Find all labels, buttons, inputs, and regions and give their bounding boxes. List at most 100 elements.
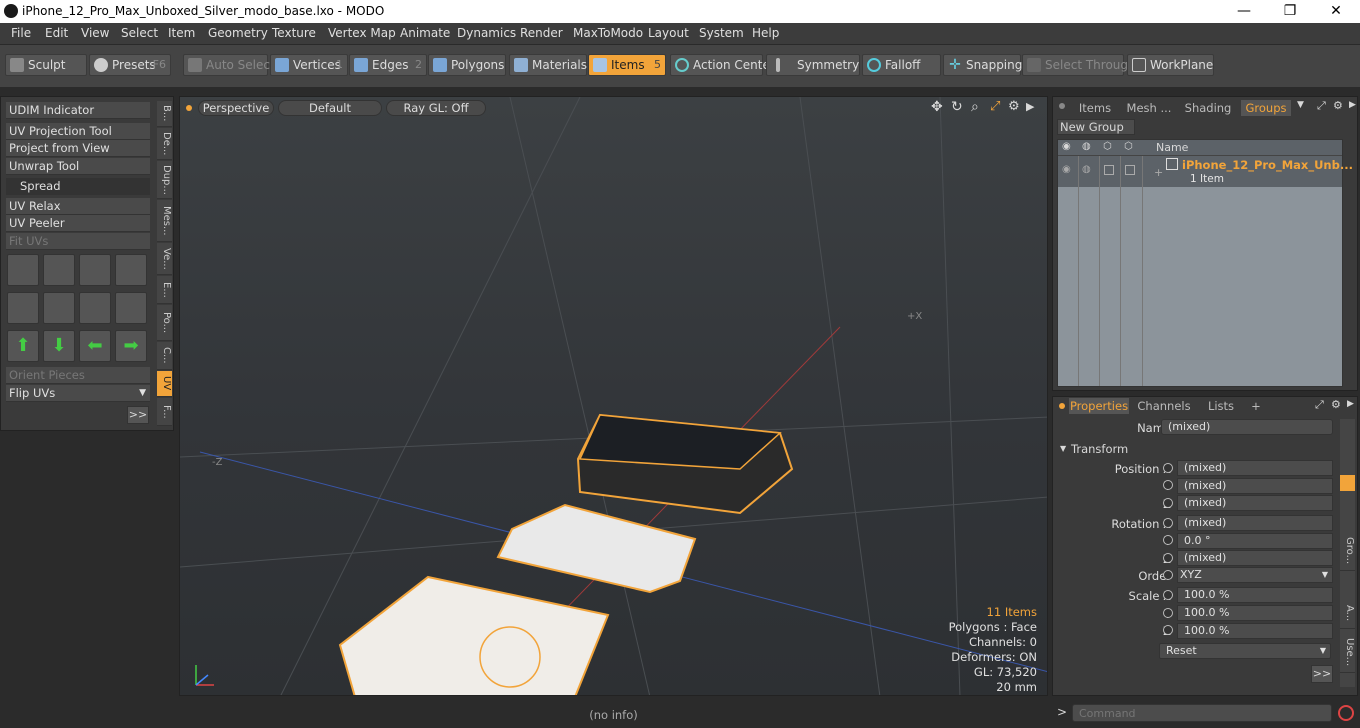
project-from-view-button[interactable]: Project from View	[6, 140, 150, 157]
rotation-y-field[interactable]: 0.0 °	[1177, 533, 1333, 549]
position-z-dot[interactable]	[1163, 498, 1173, 508]
lock-toggle[interactable]	[1104, 165, 1114, 175]
uv-rotate-icon[interactable]	[43, 254, 75, 286]
snapping-button[interactable]: ✛ Snapping	[943, 54, 1022, 76]
menu-view[interactable]: View	[81, 26, 109, 40]
menu-select[interactable]: Select	[121, 26, 158, 40]
rotation-x-dot[interactable]	[1163, 518, 1173, 528]
gear-icon[interactable]: ⚙	[1333, 99, 1343, 112]
side-tab-a[interactable]: A...	[1340, 599, 1355, 629]
tab-ve[interactable]: Ve...	[157, 243, 172, 275]
order-dropdown[interactable]: XYZ ▼	[1177, 567, 1333, 583]
select-icon[interactable]: ⬡	[1124, 141, 1133, 152]
reset-dropdown[interactable]: Reset ▼	[1159, 643, 1331, 659]
uv-relax-button[interactable]: UV Relax	[6, 198, 150, 215]
minimize-button[interactable]: —	[1221, 0, 1267, 23]
side-tab-use[interactable]: Use...	[1340, 633, 1355, 673]
menu-vertex-map[interactable]: Vertex Map	[328, 26, 396, 40]
select-through-button[interactable]: Select Through	[1022, 54, 1136, 76]
position-y-field[interactable]: (mixed)	[1177, 478, 1333, 494]
tab-items[interactable]: Items	[1071, 100, 1119, 116]
transform-section[interactable]: ▼ Transform	[1057, 441, 1337, 457]
rotation-z-dot[interactable]	[1163, 553, 1173, 563]
uv-box-icon[interactable]	[115, 254, 147, 286]
fit-view-icon[interactable]: ⤢	[990, 99, 1000, 114]
orient-pieces-button[interactable]: Orient Pieces	[6, 367, 150, 384]
action-center-button[interactable]: Action Center	[670, 54, 775, 76]
tab-groups[interactable]: Groups	[1241, 100, 1291, 116]
menu-geometry[interactable]: Geometry	[208, 26, 268, 40]
add-tab-button[interactable]: +	[1249, 398, 1263, 414]
uv-move-icon[interactable]	[7, 254, 39, 286]
perspective-dropdown[interactable]: Perspective	[198, 100, 274, 116]
name-column-header[interactable]: Name	[1156, 141, 1188, 154]
scale-x-field[interactable]: 100.0 %	[1177, 587, 1333, 603]
expand-button[interactable]: >>	[127, 406, 149, 424]
tab-e[interactable]: E...	[157, 276, 172, 304]
menu-texture[interactable]: Texture	[272, 26, 316, 40]
uv-perspective-icon[interactable]	[79, 292, 111, 324]
expand-panel-icon[interactable]: ⤢	[1315, 398, 1324, 412]
tab-uv[interactable]: UV	[157, 371, 172, 397]
expand-button[interactable]: >>	[1311, 665, 1333, 683]
play-icon[interactable]: ▶	[1347, 399, 1354, 409]
menu-file[interactable]: File	[11, 26, 31, 40]
tab-shading[interactable]: Shading	[1179, 100, 1237, 116]
expand-plus-icon[interactable]: +	[1154, 166, 1163, 179]
uv-peeler-button[interactable]: UV Peeler	[6, 215, 150, 232]
scale-y-field[interactable]: 100.0 %	[1177, 605, 1333, 621]
tab-properties[interactable]: Properties	[1069, 398, 1129, 414]
menu-animate[interactable]: Animate	[400, 26, 450, 40]
default-dropdown[interactable]: Default	[278, 100, 382, 116]
expand-panel-icon[interactable]: ⤢	[1317, 99, 1326, 113]
command-input[interactable]	[1072, 704, 1332, 722]
arrow-up-icon[interactable]: ⬆	[7, 330, 39, 362]
rotation-y-dot[interactable]	[1163, 535, 1173, 545]
group-row[interactable]: ◉ ◍ + iPhone_12_Pro_Max_Unb... 1 Item	[1058, 156, 1353, 187]
scale-z-field[interactable]: 100.0 %	[1177, 623, 1333, 639]
chevron-down-icon[interactable]: ▼	[1297, 100, 1304, 110]
rotation-z-field[interactable]: (mixed)	[1177, 550, 1333, 566]
zoom-view-icon[interactable]: ⌕	[971, 99, 979, 115]
tab-po[interactable]: Po...	[157, 305, 172, 341]
menu-system[interactable]: System	[699, 26, 744, 40]
ray-gl-button[interactable]: Ray GL: Off	[386, 100, 486, 116]
tab-lists[interactable]: Lists	[1199, 398, 1243, 414]
menu-maxtomodo[interactable]: MaxToModo	[573, 26, 643, 40]
gear-icon[interactable]: ⚙	[1331, 398, 1341, 411]
menu-layout[interactable]: Layout	[648, 26, 689, 40]
udim-indicator-button[interactable]: UDIM Indicator	[6, 102, 150, 119]
menu-item[interactable]: Item	[168, 26, 195, 40]
tab-mesh[interactable]: Mesh ...	[1123, 100, 1175, 116]
presets-button[interactable]: Presets F6	[89, 54, 171, 76]
order-dot[interactable]	[1163, 570, 1173, 580]
eye-icon[interactable]: ◉	[1062, 141, 1071, 152]
spread-section[interactable]: Spread	[6, 178, 150, 195]
materials-button[interactable]: Materials	[509, 54, 587, 76]
scale-z-dot[interactable]	[1163, 625, 1173, 635]
tab-f[interactable]: F...	[157, 398, 172, 426]
workplane-button[interactable]: WorkPlane	[1127, 54, 1214, 76]
tab-de[interactable]: De...	[157, 128, 172, 160]
tab-mes[interactable]: Mes...	[157, 200, 172, 242]
falloff-button[interactable]: Falloff	[862, 54, 941, 76]
tab-b[interactable]: B...	[157, 101, 172, 127]
rotate-view-icon[interactable]: ↻	[951, 99, 963, 115]
menu-edit[interactable]: Edit	[45, 26, 68, 40]
items-button[interactable]: Items 5	[588, 54, 666, 76]
close-button[interactable]: ✕	[1313, 0, 1359, 23]
sculpt-button[interactable]: Sculpt	[5, 54, 87, 76]
move-view-icon[interactable]: ✥	[931, 99, 943, 115]
side-tab-active[interactable]	[1340, 475, 1355, 491]
arrow-right-icon[interactable]: ➡	[115, 330, 147, 362]
auto-select-button[interactable]: Auto Select	[183, 54, 275, 76]
tab-channels[interactable]: Channels	[1135, 398, 1193, 414]
uv-grid-icon[interactable]	[43, 292, 75, 324]
polygons-button[interactable]: Polygons	[428, 54, 506, 76]
render-icon[interactable]: ◍	[1082, 141, 1091, 152]
uv-transform-icon[interactable]	[79, 254, 111, 286]
scale-x-dot[interactable]	[1163, 590, 1173, 600]
uv-sphere-icon[interactable]	[7, 292, 39, 324]
visibility-eye-icon[interactable]: ◉	[1062, 164, 1071, 175]
position-y-dot[interactable]	[1163, 480, 1173, 490]
